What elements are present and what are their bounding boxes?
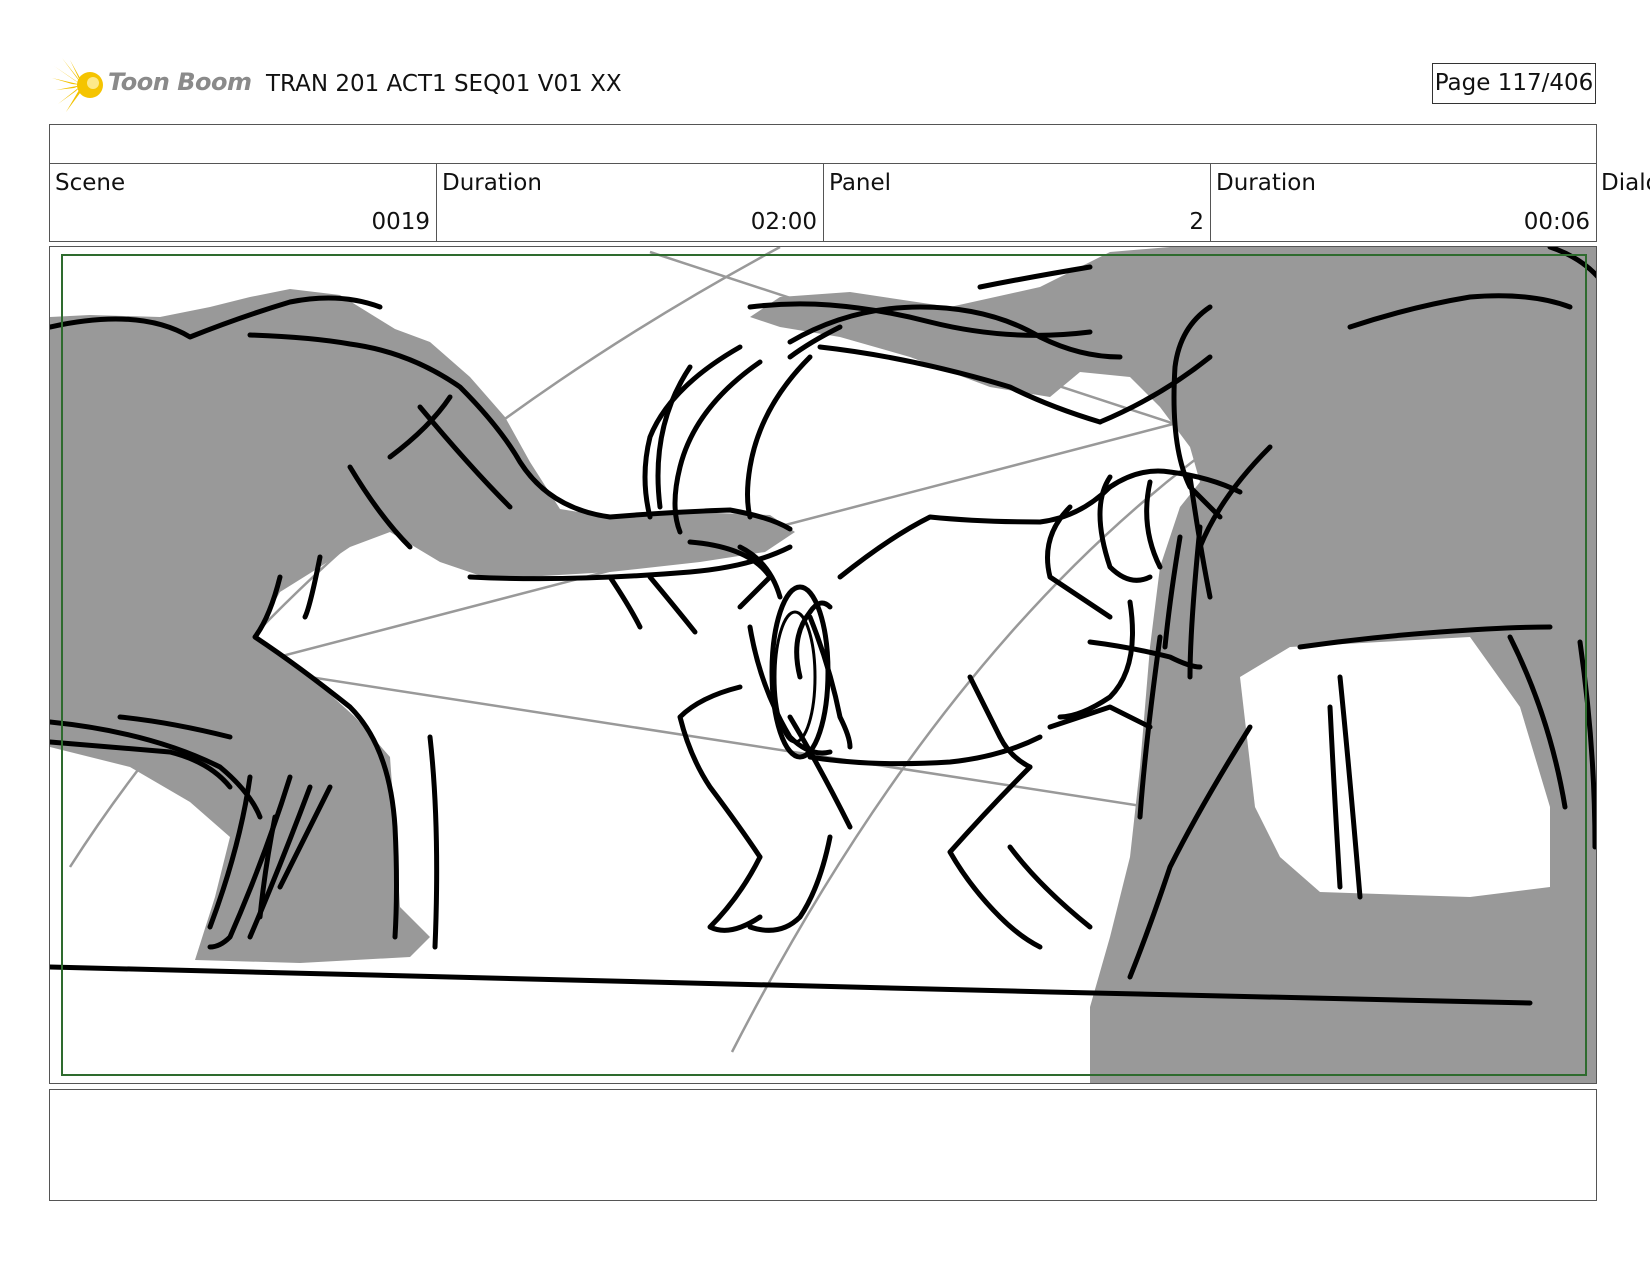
toon-boom-logo: Toon Boom [52,58,252,112]
panel-duration-cell: Duration 00:06 [1210,163,1597,241]
scene-value: 0019 [371,209,430,235]
starburst-logo-icon [52,58,103,112]
scene-cell: Scene 0019 [49,163,436,241]
dialog-label: Dialog [1601,170,1650,196]
storyboard-panel [49,246,1597,1084]
panel-value: 2 [1189,209,1204,235]
panel-sketch [50,247,1596,1083]
page-number: Page 117/406 [1432,63,1596,104]
document-title: TRAN 201 ACT1 SEQ01 V01 XX [266,71,622,97]
scene-label: Scene [55,170,126,196]
notes-box [49,1089,1597,1201]
scene-duration-label: Duration [442,170,542,196]
header-bar [49,124,1597,164]
scene-duration-cell: Duration 02:00 [436,163,823,241]
panel-duration-label: Duration [1216,170,1316,196]
panel-duration-value: 00:06 [1523,209,1590,235]
panel-info-row: Scene 0019 Duration 02:00 Panel 2 Durati… [49,163,1597,242]
logo-wordmark: Toon Boom [108,68,252,96]
panel-label: Panel [829,170,892,196]
scene-duration-value: 02:00 [750,209,817,235]
panel-cell: Panel 2 [823,163,1210,241]
